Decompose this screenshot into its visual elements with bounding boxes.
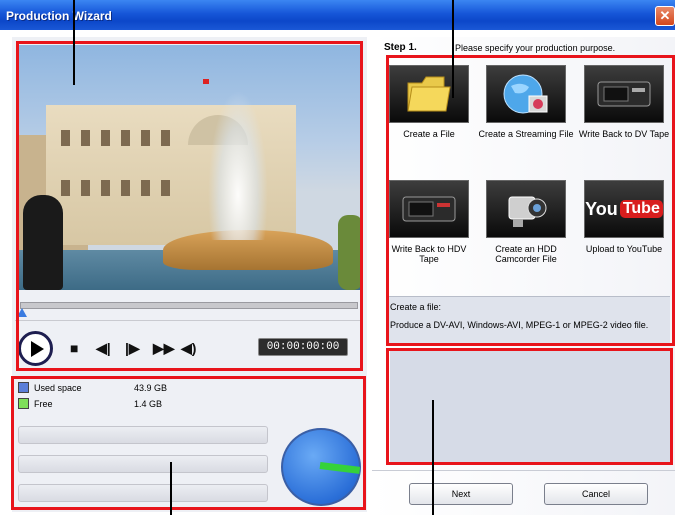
title-bar: Production Wizard <box>0 0 675 30</box>
callout-line <box>432 400 434 515</box>
callout-line <box>170 462 172 515</box>
preview-annotation-box <box>16 41 363 371</box>
disk-annotation-box <box>11 376 366 510</box>
options-annotation-box <box>386 55 675 346</box>
next-button[interactable]: Next <box>409 483 513 505</box>
window-title: Production Wizard <box>6 9 112 23</box>
callout-line <box>73 0 75 85</box>
step-instruction: Please specify your production purpose. <box>455 43 616 53</box>
details-annotation-box <box>386 348 673 465</box>
close-button[interactable]: ✕ <box>655 6 675 26</box>
step-label: Step 1. <box>384 42 417 53</box>
cancel-button[interactable]: Cancel <box>544 483 648 505</box>
callout-line <box>452 0 454 98</box>
divider <box>372 470 675 471</box>
